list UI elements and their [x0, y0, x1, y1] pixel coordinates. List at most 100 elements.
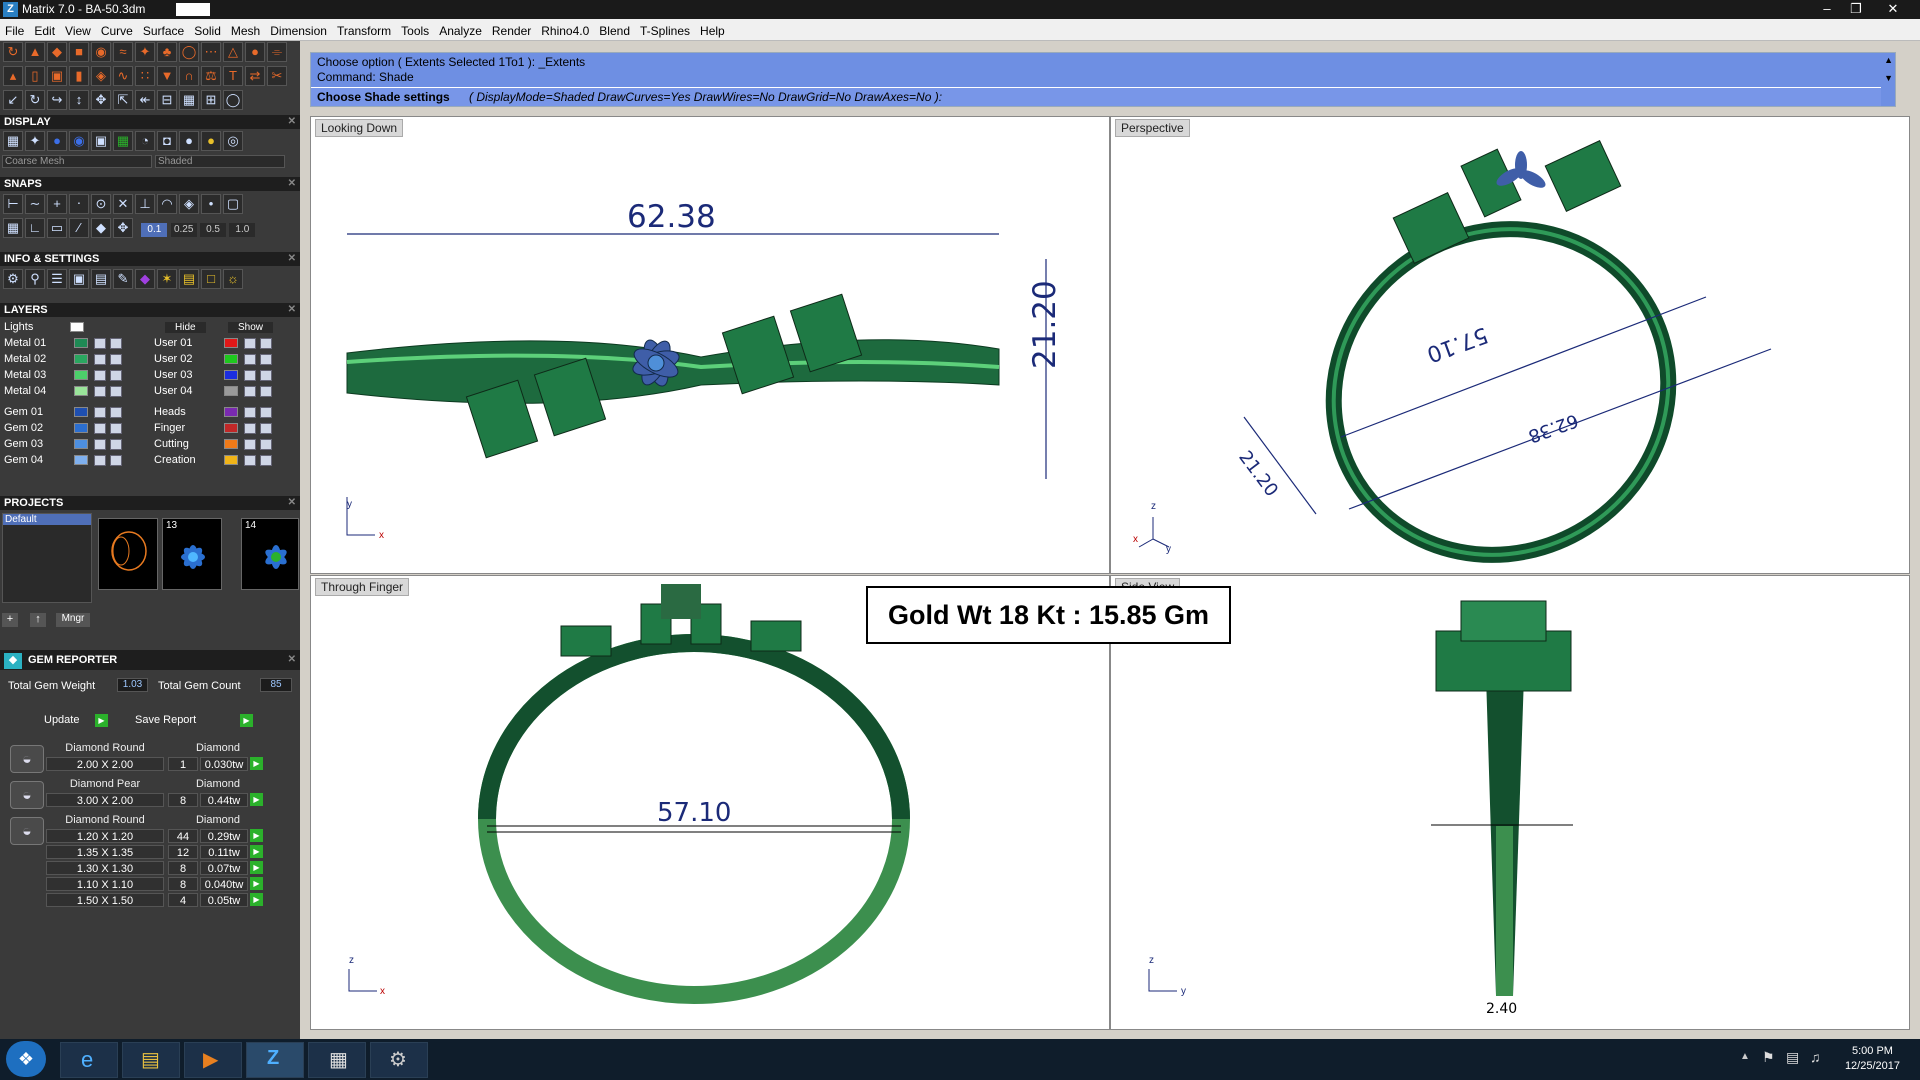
align-tool-icon[interactable]: ↞ [135, 90, 155, 110]
layer-row[interactable]: User 02 [154, 353, 294, 367]
layer-color-swatch[interactable] [224, 455, 238, 465]
clock[interactable]: 5:00 PM 12/25/2017 [1845, 1044, 1900, 1074]
layer-color-swatch[interactable] [224, 338, 238, 348]
explorer-taskbar-button[interactable]: ▤ [122, 1042, 180, 1078]
osnap-icon[interactable]: ∕ [69, 218, 89, 238]
layer-lock-toggle[interactable] [94, 439, 106, 450]
orient-tool-icon[interactable]: ⇱ [113, 90, 133, 110]
sweep-tool-icon[interactable]: ≈ [113, 42, 133, 62]
gold-icon[interactable]: ● [201, 131, 221, 151]
layer-lock-toggle[interactable] [94, 455, 106, 466]
layer-visible-toggle[interactable] [110, 455, 122, 466]
menu-tools[interactable]: Tools [396, 19, 434, 38]
layer-color-swatch[interactable] [74, 370, 88, 380]
settings-icon[interactable]: ⚙ [3, 269, 23, 289]
snap-step-1[interactable]: 0.25 [170, 223, 197, 237]
gem-reporter-header[interactable]: GEM REPORTER ✕ [0, 650, 300, 670]
ortho-icon[interactable]: ∟ [25, 218, 45, 238]
layer-color-swatch[interactable] [224, 354, 238, 364]
bend-tool-icon[interactable]: ↪ [47, 90, 67, 110]
silver-icon[interactable]: ◔ [135, 131, 155, 151]
prompt-options[interactable]: ( DisplayMode=Shaded DrawCurves=Yes Draw… [469, 90, 942, 104]
layer-lock-toggle[interactable] [94, 386, 106, 397]
menu-surface[interactable]: Surface [138, 19, 189, 38]
menu-dimension[interactable]: Dimension [265, 19, 332, 38]
gem-select-button[interactable]: ▶ [250, 757, 263, 770]
layer-lock-toggle[interactable] [94, 370, 106, 381]
close-button[interactable]: ✕ [1880, 0, 1906, 19]
menu-mesh[interactable]: Mesh [226, 19, 265, 38]
array-tool-icon[interactable]: ∷ [135, 66, 155, 86]
close-icon[interactable]: ✕ [288, 177, 296, 191]
media-taskbar-button[interactable]: ▶ [184, 1042, 242, 1078]
flag-icon[interactable]: ⚑ [1762, 1049, 1775, 1066]
cube-icon[interactable]: ▣ [69, 269, 89, 289]
channel-tool-icon[interactable]: ▣ [47, 66, 67, 86]
menu-solid[interactable]: Solid [189, 19, 226, 38]
cmd-scroll-up-icon[interactable]: ▲ [1884, 55, 1893, 65]
close-icon[interactable]: ✕ [288, 496, 296, 510]
layer-lock-toggle[interactable] [94, 338, 106, 349]
project-thumb-bangle[interactable] [98, 518, 158, 590]
extrude-tool-icon[interactable]: ■ [69, 42, 89, 62]
volume-icon[interactable]: ♫ [1810, 1049, 1821, 1065]
menu-help[interactable]: Help [695, 19, 730, 38]
layer-visible-toggle[interactable] [260, 386, 272, 397]
snaps-section-header[interactable]: SNAPS ✕ [0, 177, 300, 191]
export-icon[interactable]: □ [201, 269, 221, 289]
cmd-scroll-down-icon[interactable]: ▼ [1884, 73, 1893, 83]
gallery-tool-icon[interactable]: ◈ [91, 66, 111, 86]
layer-color-swatch[interactable] [224, 439, 238, 449]
snap-step-2[interactable]: 0.5 [200, 223, 227, 237]
start-button[interactable]: ❖ [6, 1041, 46, 1077]
display-mode-select[interactable]: Shaded [155, 155, 285, 168]
lights-swatch[interactable] [70, 322, 84, 332]
layer-row[interactable]: Gem 01 [4, 406, 144, 420]
menu-file[interactable]: File [0, 19, 29, 38]
add-project-button[interactable]: + [2, 613, 18, 627]
snap-quad-icon[interactable]: ◈ [179, 194, 199, 214]
show-button[interactable]: Show [228, 322, 274, 333]
hide-button[interactable]: Hide [165, 322, 206, 333]
layer-lock-toggle[interactable] [94, 354, 106, 365]
layer-color-swatch[interactable] [74, 439, 88, 449]
layer-color-swatch[interactable] [74, 407, 88, 417]
layer-row[interactable]: User 04 [154, 385, 294, 399]
box-edit-icon[interactable]: ▦ [179, 90, 199, 110]
sphere-icon[interactable]: ● [179, 131, 199, 151]
snap-edit-icon[interactable]: ⊞ [201, 90, 221, 110]
menu-blend[interactable]: Blend [594, 19, 635, 38]
layer-row[interactable]: Gem 04 [4, 454, 144, 468]
ring-tool-icon[interactable]: ● [245, 42, 265, 62]
layer-lock-toggle[interactable] [244, 455, 256, 466]
snap-tan-icon[interactable]: ◠ [157, 194, 177, 214]
layer-row[interactable]: User 03 [154, 369, 294, 383]
up-project-button[interactable]: ↑ [30, 613, 46, 627]
layer-visible-toggle[interactable] [260, 455, 272, 466]
gem-select-button[interactable]: ▶ [250, 829, 263, 842]
layer-row[interactable]: Metal 04 [4, 385, 144, 399]
layer-visible-toggle[interactable] [110, 354, 122, 365]
layer-visible-toggle[interactable] [260, 423, 272, 434]
layer-color-swatch[interactable] [74, 423, 88, 433]
flow-tool-icon[interactable]: ∿ [113, 66, 133, 86]
gem-select-button[interactable]: ▶ [250, 793, 263, 806]
project-default[interactable]: Default [3, 514, 91, 525]
layer-lock-toggle[interactable] [244, 407, 256, 418]
layer-visible-toggle[interactable] [110, 407, 122, 418]
menu-edit[interactable]: Edit [29, 19, 60, 38]
layer-color-swatch[interactable] [224, 370, 238, 380]
layer-lock-toggle[interactable] [244, 370, 256, 381]
restore-button[interactable]: ❐ [1843, 0, 1869, 19]
layer-visible-toggle[interactable] [260, 354, 272, 365]
layer-visible-toggle[interactable] [110, 423, 122, 434]
tool-taskbar-button[interactable]: ⚙ [370, 1042, 428, 1078]
menu-render[interactable]: Render [487, 19, 536, 38]
ie-taskbar-button[interactable]: e [60, 1042, 118, 1078]
weight-tool-icon[interactable]: ⚖ [201, 66, 221, 86]
gem-select-button[interactable]: ▶ [250, 845, 263, 858]
gem-select-button[interactable]: ▶ [250, 877, 263, 890]
gem-tool-icon[interactable]: ✦ [135, 42, 155, 62]
layer-lock-toggle[interactable] [94, 423, 106, 434]
layer-color-swatch[interactable] [74, 354, 88, 364]
